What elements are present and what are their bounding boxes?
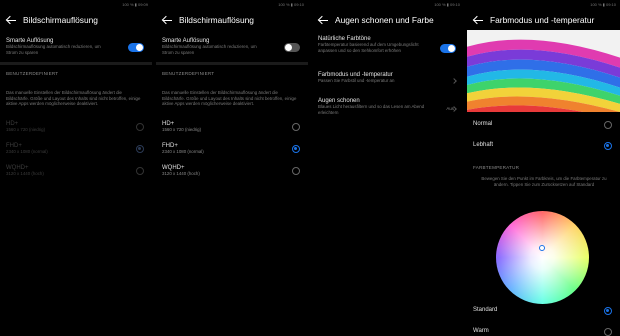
- mode-label: Normal: [473, 121, 493, 127]
- radio-button-selected[interactable]: [604, 142, 612, 150]
- section-description: Das manuelle Einstellen der Bildschirmau…: [6, 90, 141, 107]
- smart-resolution-toggle[interactable]: [284, 43, 300, 52]
- eye-comfort-row[interactable]: Augen schonen Blaues Licht herausfiltern…: [312, 96, 464, 124]
- status-bar: 100 % ▮ 09:10: [156, 0, 308, 8]
- radio-button[interactable]: [292, 122, 300, 131]
- radio-button-selected[interactable]: [292, 144, 300, 153]
- temp-standard[interactable]: Standard: [467, 307, 620, 319]
- section-description: Das manuelle Einstellen der Bildschirmau…: [162, 90, 297, 107]
- option-fhd[interactable]: FHD+ 2340 x 1080 (normal): [156, 143, 308, 165]
- option-wqhd[interactable]: WQHD+ 3120 x 1440 (hoch): [156, 165, 308, 187]
- screen-resolution-smart-off: 100 % ▮ 09:10 Bildschirmauflösung Smarte…: [156, 0, 308, 336]
- app-bar: Farbmodus und -temperatur: [467, 8, 620, 32]
- radio-button: [136, 122, 144, 131]
- status-right: 100 % ▮ 09:09: [122, 1, 148, 7]
- back-arrow-icon[interactable]: [471, 13, 485, 27]
- screens-collage: 100 % ▮ 09:09 Bildschirmauflösung Smarte…: [0, 0, 620, 336]
- radio-button-selected[interactable]: [604, 307, 612, 315]
- color-preview-image: [467, 30, 620, 112]
- page-title: Augen schonen und Farbe: [335, 15, 434, 25]
- app-bar: Bildschirmauflösung: [156, 8, 308, 32]
- radio-button-selected: [136, 144, 144, 153]
- mode-normal[interactable]: Normal: [467, 121, 620, 135]
- status-right: 100 % ▮ 09:10: [434, 1, 460, 7]
- rainbow-wave-icon: [467, 30, 620, 112]
- option-sub: 2340 x 1080 (normal): [6, 148, 48, 154]
- option-sub: 1560 x 720 (niedrig): [162, 126, 202, 132]
- section-header: BENUTZERDEFINIERT: [6, 71, 59, 76]
- section-header: BENUTZERDEFINIERT: [162, 71, 215, 76]
- section-header: FARBTEMPERATUR: [473, 165, 520, 170]
- back-arrow-icon[interactable]: [4, 13, 18, 27]
- radio-button[interactable]: [604, 121, 612, 129]
- natural-tones-row[interactable]: Natürliche Farbtöne Farbtemperatur basie…: [312, 32, 464, 70]
- page-title: Bildschirmauflösung: [179, 15, 254, 25]
- status-right: 100 % ▮ 09:10: [278, 1, 304, 7]
- status-right: 100 % ▮ 09:10: [590, 1, 616, 7]
- app-bar: Augen schonen und Farbe: [312, 8, 464, 32]
- color-wheel[interactable]: [496, 211, 589, 304]
- radio-button: [136, 166, 144, 175]
- option-sub: 3120 x 1440 (hoch): [162, 170, 200, 176]
- status-bar: 100 % ▮ 09:10: [312, 0, 464, 8]
- radio-button[interactable]: [604, 328, 612, 336]
- smart-resolution-toggle[interactable]: [128, 43, 144, 52]
- temperature-description: Bewegen Sie den Punkt im Farbkreis, um d…: [481, 176, 607, 187]
- smart-resolution-row[interactable]: Smarte Auflösung Bildschirmauflösung aut…: [0, 32, 152, 62]
- screen-color-mode-temperature: 100 % ▮ 09:10 Farbmodus und -temperatur …: [467, 0, 620, 336]
- option-fhd: FHD+ 2340 x 1080 (normal): [0, 143, 152, 165]
- app-bar: Bildschirmauflösung: [0, 8, 152, 32]
- temp-label: Standard: [473, 307, 498, 313]
- toggle-knob: [136, 44, 143, 51]
- color-mode-row[interactable]: Farbmodus und -temperatur Passen Sie Far…: [312, 70, 464, 96]
- smart-resolution-sub: Bildschirmauflösung automatisch reduzier…: [162, 44, 257, 55]
- color-mode-sub: Passen Sie Farbstil und -temperatur an: [318, 78, 395, 83]
- mode-vivid[interactable]: Lebhaft: [467, 142, 620, 156]
- color-wheel-marker[interactable]: [539, 245, 545, 251]
- page-title: Bildschirmauflösung: [23, 15, 98, 25]
- toggle-knob: [448, 45, 455, 52]
- page-title: Farbmodus und -temperatur: [490, 15, 595, 25]
- status-bar: 100 % ▮ 09:09: [0, 0, 152, 8]
- screen-resolution-smart-on: 100 % ▮ 09:09 Bildschirmauflösung Smarte…: [0, 0, 152, 336]
- option-hd: HD+ 1560 x 720 (niedrig): [0, 121, 152, 143]
- back-arrow-icon[interactable]: [160, 13, 174, 27]
- back-arrow-icon[interactable]: [316, 13, 330, 27]
- option-sub: 2340 x 1080 (normal): [162, 148, 204, 154]
- screen-eye-comfort-color: 100 % ▮ 09:10 Augen schonen und Farbe Na…: [312, 0, 464, 336]
- option-sub: 3120 x 1440 (hoch): [6, 170, 44, 176]
- temp-warm[interactable]: Warm: [467, 328, 620, 336]
- smart-resolution-row[interactable]: Smarte Auflösung Bildschirmauflösung aut…: [156, 32, 308, 62]
- eye-comfort-sub: Blaues Licht herausfiltern und so das Le…: [318, 104, 425, 115]
- natural-tones-toggle[interactable]: [440, 44, 456, 53]
- status-bar: 100 % ▮ 09:10: [467, 0, 620, 8]
- option-hd[interactable]: HD+ 1560 x 720 (niedrig): [156, 121, 308, 143]
- natural-tones-sub: Farbtemperatur basierend auf dem Umgebun…: [318, 42, 419, 53]
- mode-label: Lebhaft: [473, 142, 494, 148]
- smart-resolution-sub: Bildschirmauflösung automatisch reduzier…: [6, 44, 101, 55]
- option-wqhd: WQHD+ 3120 x 1440 (hoch): [0, 165, 152, 187]
- toggle-knob: [285, 44, 292, 51]
- chevron-right-icon: [451, 78, 457, 84]
- option-sub: 1560 x 720 (niedrig): [6, 126, 46, 132]
- temp-label: Warm: [473, 328, 489, 334]
- radio-button[interactable]: [292, 166, 300, 175]
